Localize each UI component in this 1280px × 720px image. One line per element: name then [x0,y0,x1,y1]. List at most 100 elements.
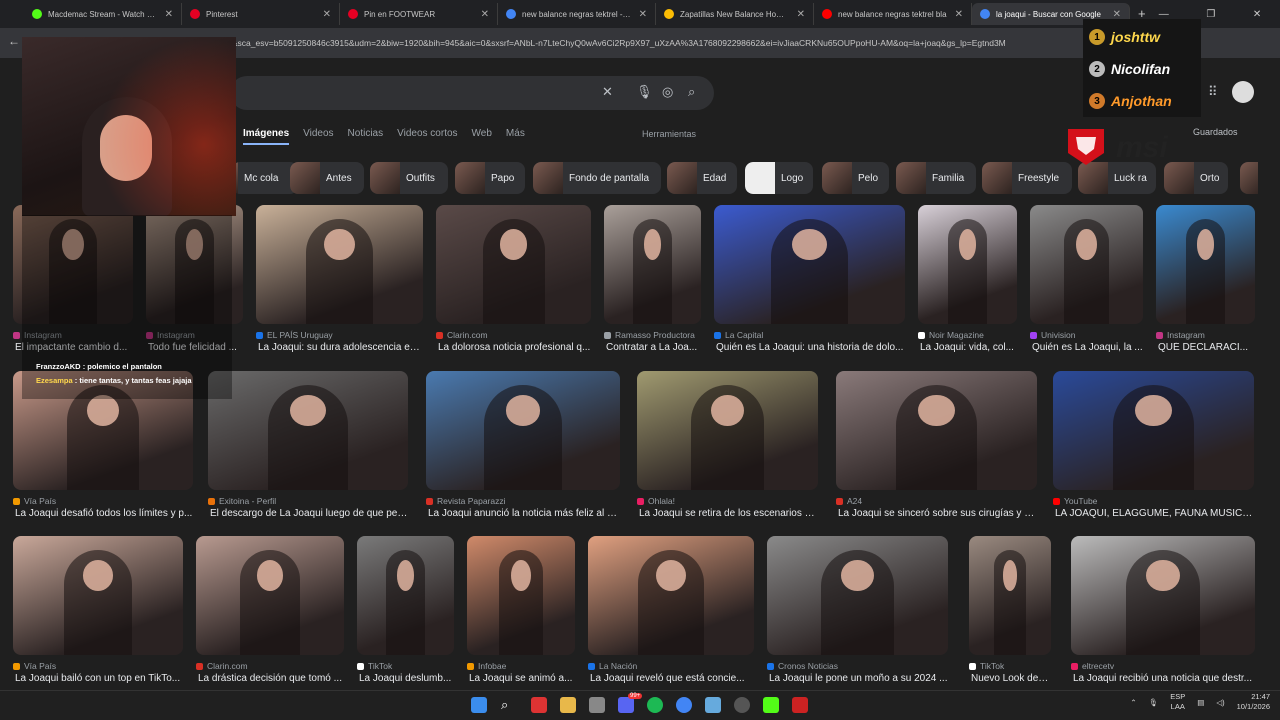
result-thumbnail[interactable] [1156,205,1255,324]
result-caption[interactable]: La Joaqui: su dura adolescencia en... [258,342,423,353]
result-caption[interactable]: Quién es La Joaqui: una historia de dolo… [716,342,905,353]
result-source[interactable]: TikTok [969,661,1004,671]
browser-tab[interactable]: new balance negras tektrel - Bu ✕ [498,3,656,25]
image-result[interactable]: Vía País La Joaqui bailó con un top en Ti… [13,536,183,691]
url-field[interactable]: i&sca_esv=b5091250846c3915&udm=2&biw=192… [230,34,1090,52]
close-tab-icon[interactable]: ✕ [639,9,647,20]
result-caption[interactable]: La Joaqui se animó a... [469,673,575,684]
language-indicator[interactable]: ESP LAA [1170,692,1185,712]
result-thumbnail[interactable] [467,536,575,655]
result-caption[interactable]: QUÉ DECLARACI... [1158,342,1255,353]
result-source[interactable]: Revista Paparazzi [426,496,506,506]
spotify-icon[interactable] [647,697,663,713]
browser-tab[interactable]: new balance negras tektrel bla ✕ [814,3,972,25]
result-source[interactable]: Instagram [1156,330,1205,340]
result-thumbnail[interactable] [208,371,408,490]
result-caption[interactable]: La Joaqui deslumb... [359,673,454,684]
chip[interactable]: Mc cola [232,162,298,194]
image-result[interactable]: Clarin.com La drástica decisión que tomó … [196,536,344,691]
obs-icon[interactable] [734,697,750,713]
image-result[interactable]: Clarin.com La dolorosa noticia profesiona… [436,205,591,360]
tab-videos[interactable]: Videos [303,128,333,145]
browser-tab[interactable]: Pin en FOOTWEAR ✕ [340,3,498,25]
clock[interactable]: 21:47 10/1/2026 [1237,692,1270,712]
result-source[interactable]: Ramasso Productora [604,330,695,340]
image-result[interactable]: TikTok La Joaqui deslumb... [357,536,454,691]
chevron-up-icon[interactable]: ⌃ [1130,698,1136,707]
browser-tab[interactable]: Macdemac Stream - Watch Live ✕ [24,3,182,25]
close-tab-icon[interactable]: ✕ [323,9,331,20]
image-result[interactable]: Noir Magazine La Joaqui: vida, col... [918,205,1017,360]
result-caption[interactable]: Quién es La Joaqui, la ... [1032,342,1143,353]
result-caption[interactable]: La dolorosa noticia profesional q... [438,342,591,353]
result-source[interactable]: Vía País [13,661,56,671]
result-source[interactable]: Exitoina - Perfil [208,496,276,506]
tab-images[interactable]: Imágenes [243,128,290,145]
result-thumbnail[interactable] [836,371,1037,490]
image-result[interactable]: TikTok Nuevo Look de La ... [969,536,1051,691]
app-icon[interactable] [589,697,605,713]
image-result[interactable]: EL PAÍS Uruguay La Joaqui: su dura adoles… [256,205,423,360]
close-tab-icon[interactable]: ✕ [481,9,489,20]
result-thumbnail[interactable] [969,536,1051,655]
result-source[interactable]: Vía País [13,496,56,506]
close-tab-icon[interactable]: ✕ [1113,9,1121,20]
result-source[interactable]: Clarin.com [436,330,488,340]
mic-tray-icon[interactable]: 🎙 [1149,698,1159,707]
result-source[interactable]: Noir Magazine [918,330,984,340]
chrome-icon[interactable] [676,697,692,713]
clear-icon[interactable]: ✕ [602,84,613,100]
camera-lens-icon[interactable]: ◎ [662,84,673,100]
result-caption[interactable]: La drástica decisión que tomó ... [198,673,344,684]
close-window-icon[interactable]: ✕ [1253,9,1261,20]
result-caption[interactable]: El descargo de La Joaqui luego de que pe… [210,508,408,519]
maximize-icon[interactable]: ❐ [1206,9,1215,20]
start-icon[interactable] [471,697,487,713]
image-result[interactable]: Exitoina - Perfil El descargo de La Joaqu… [208,371,408,526]
chip[interactable]: Outfits [370,162,448,194]
result-thumbnail[interactable] [604,205,701,324]
network-icon[interactable]: ▤ [1197,698,1204,707]
result-source[interactable]: A24 [836,496,862,506]
result-caption[interactable]: La Joaqui: vida, col... [920,342,1017,353]
image-result[interactable]: eltrecetv La Joaqui recibió una noticia q… [1071,536,1255,691]
result-source[interactable]: Univision [1030,330,1076,340]
result-source[interactable]: TikTok [357,661,392,671]
result-thumbnail[interactable] [357,536,454,655]
chip[interactable]: Pelo [822,162,889,194]
result-caption[interactable]: La Joaqui le pone un moño a su 2024 ... [769,673,948,684]
result-caption[interactable]: La Joaqui se sinceró sobre sus cirugías … [838,508,1037,519]
result-source[interactable]: YouTube [1053,496,1097,506]
result-caption[interactable]: LA JOAQUI, ELAGGUME, FAUNA MUSIC, ... [1055,508,1254,519]
result-thumbnail[interactable] [426,371,620,490]
tab-news[interactable]: Noticias [348,128,384,145]
tab-web[interactable]: Web [472,128,492,145]
result-caption[interactable]: La Joaqui anunció la noticia más feliz a… [428,508,620,519]
search-icon[interactable]: ⌕ [688,84,695,100]
result-caption[interactable]: La Joaqui recibió una noticia que destr.… [1073,673,1255,684]
close-tab-icon[interactable]: ✕ [165,9,173,20]
result-source[interactable]: Clarin.com [196,661,248,671]
result-thumbnail[interactable] [767,536,948,655]
result-thumbnail[interactable] [256,205,423,324]
chip[interactable]: Fondo de pantalla [533,162,661,194]
tab-short-videos[interactable]: Videos cortos [397,128,457,145]
image-result[interactable]: Ramasso Productora Contratar a La Joa... [604,205,701,360]
result-source[interactable]: La Capital [714,330,763,340]
image-result[interactable]: Univision Quién es La Joaqui, la ... [1030,205,1143,360]
apps-grid-icon[interactable]: ⠿ [1208,84,1218,100]
image-result[interactable]: Instagram QUÉ DECLARACI... [1156,205,1255,360]
app-icon[interactable] [531,697,547,713]
back-icon[interactable]: ← [8,34,20,48]
app-icon[interactable] [792,697,808,713]
browser-tab[interactable]: Pinterest ✕ [182,3,340,25]
result-thumbnail[interactable] [1053,371,1254,490]
result-source[interactable]: Ohlala! [637,496,675,506]
result-thumbnail[interactable] [13,536,183,655]
chip[interactable]: Freestyle [982,162,1072,194]
search-taskbar-icon[interactable]: ⌕ [501,697,517,713]
result-source[interactable]: La Nación [588,661,637,671]
browser-tab[interactable]: Zapatillas New Balance Hombre ✕ [656,3,814,25]
tab-more[interactable]: Más [506,128,525,145]
minimize-icon[interactable]: — [1159,9,1169,20]
